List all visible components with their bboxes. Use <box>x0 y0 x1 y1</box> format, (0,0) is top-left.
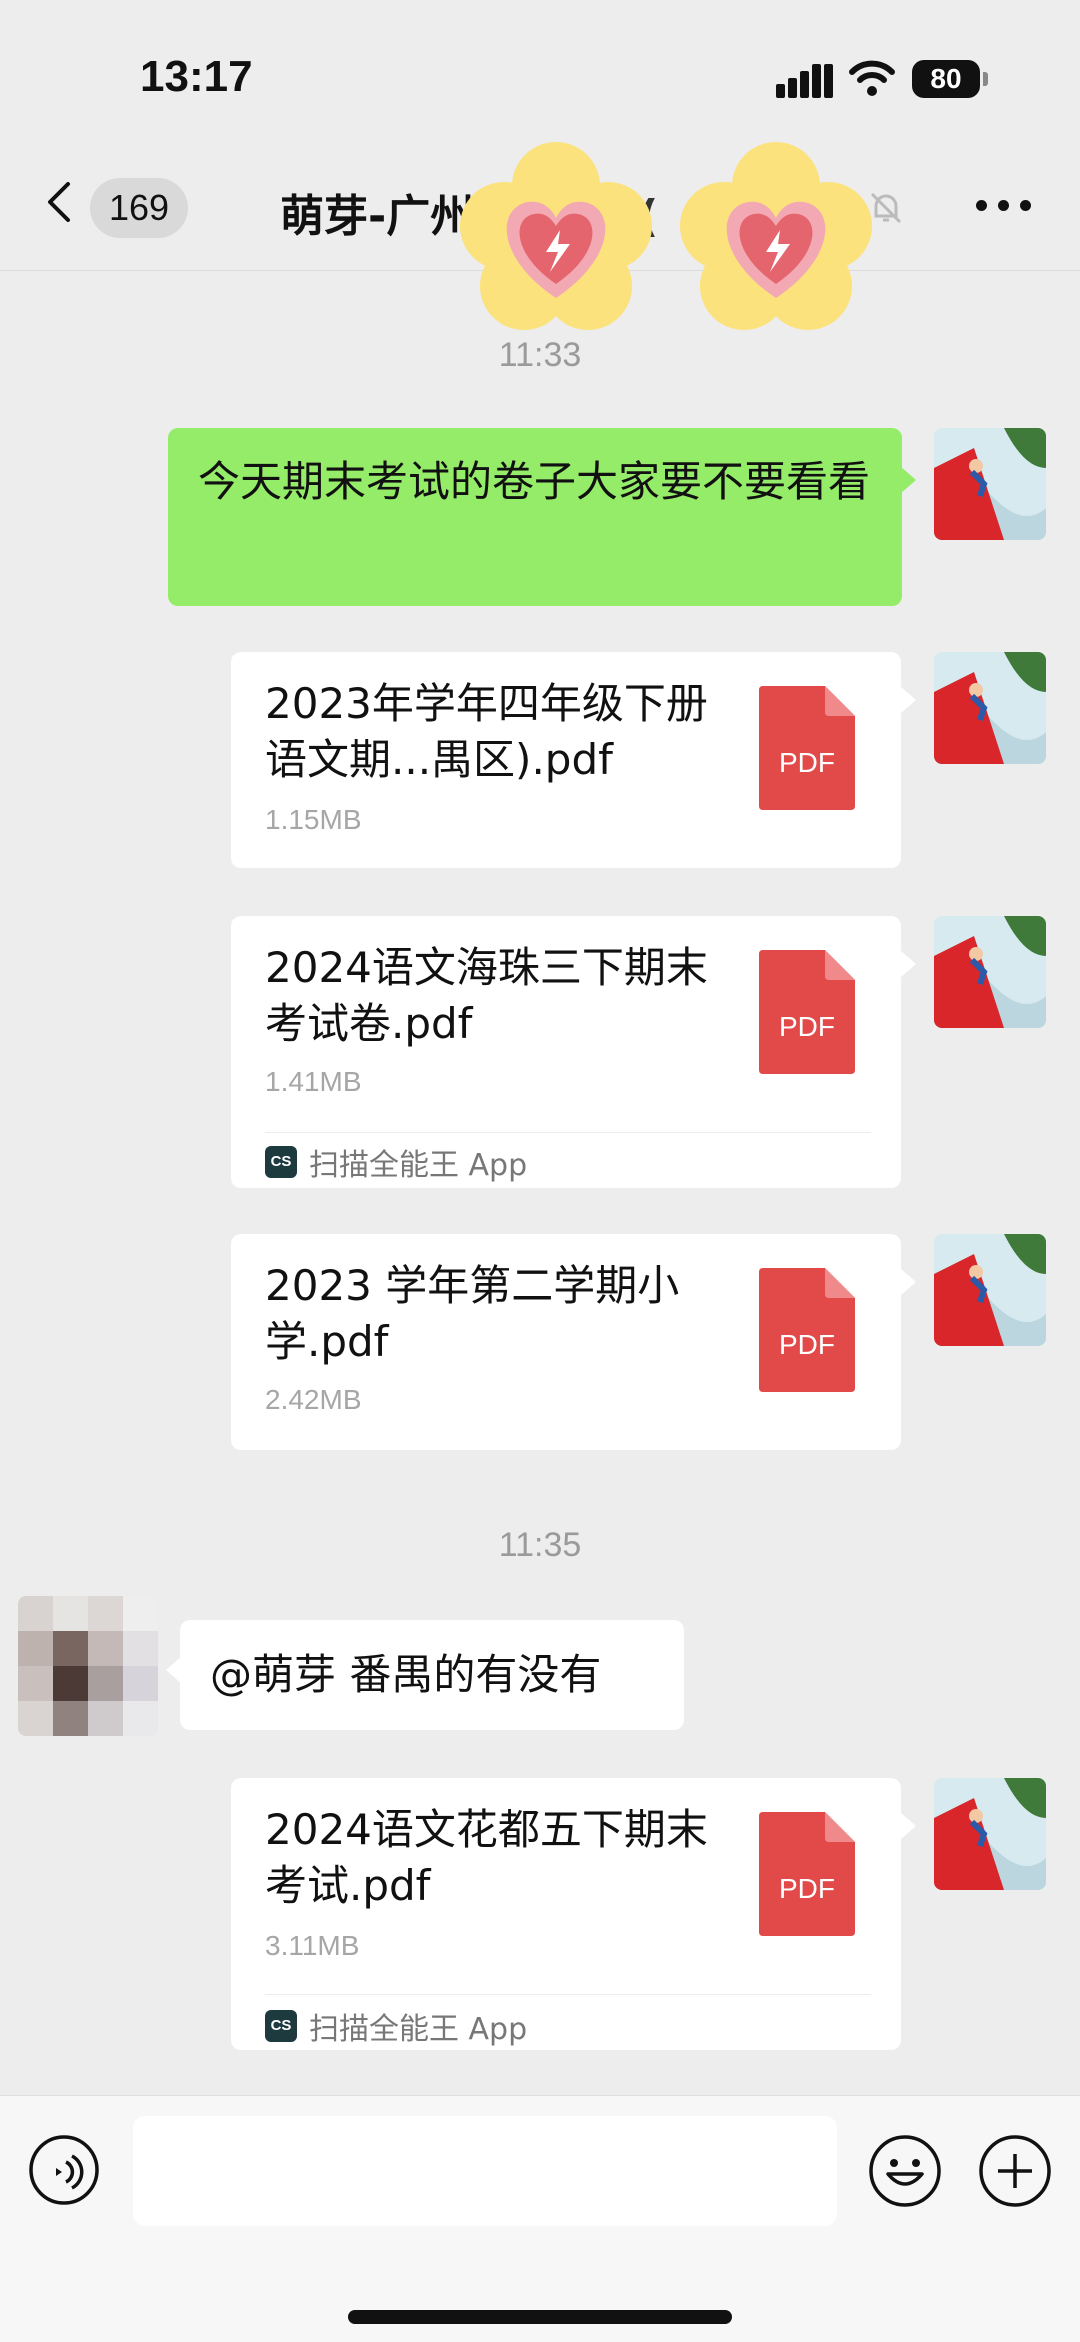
bubble-tail <box>900 466 916 494</box>
file-name: 2023年学年四年级下册语文期...禺区).pdf <box>265 679 708 784</box>
bubble-tail <box>900 686 916 714</box>
heart-flower-sticker <box>680 142 872 330</box>
file-message-card[interactable]: 2023 学年第二学期小学.pdf 2.42MB PDF <box>231 1234 901 1450</box>
message-bubble-text[interactable]: @萌芽 番禺的有没有 <box>180 1620 684 1730</box>
battery-indicator: 80 <box>912 60 988 98</box>
pdf-file-icon: PDF <box>759 950 855 1074</box>
bubble-tail <box>900 950 916 978</box>
message-text: @萌芽 番禺的有没有 <box>210 1650 602 1699</box>
avatar-blurred[interactable] <box>18 1596 158 1736</box>
file-message-card[interactable]: 2024语文花都五下期末考试.pdf 3.11MB PDF CS 扫描全能王 A… <box>231 1778 901 2050</box>
file-name: 2023 学年第二学期小学.pdf <box>265 1261 680 1366</box>
message-text: 今天期末考试的卷子大家要不要看看 <box>198 457 871 506</box>
bubble-tail <box>900 1268 916 1296</box>
message-input-bar <box>0 2095 1080 2342</box>
avatar-illustration <box>934 652 1046 764</box>
file-size: 1.15MB <box>265 804 362 835</box>
heart-flower-sticker <box>460 142 652 330</box>
avatar[interactable] <box>934 652 1046 764</box>
avatar-illustration <box>934 1778 1046 1890</box>
timestamp-separator: 11:33 <box>498 336 582 374</box>
status-time: 13:17 <box>140 52 253 101</box>
pdf-label: PDF <box>779 747 835 778</box>
pdf-label: PDF <box>779 1329 835 1360</box>
status-bar: 13:17 80 <box>0 0 1080 140</box>
home-indicator[interactable] <box>348 2310 732 2324</box>
pdf-label: PDF <box>779 1011 835 1042</box>
emoji-icon[interactable] <box>868 2134 942 2208</box>
card-divider <box>265 1994 871 1995</box>
avatar-illustration <box>934 1234 1046 1346</box>
avatar[interactable] <box>934 1234 1046 1346</box>
back-chevron-icon[interactable] <box>40 182 80 222</box>
file-size: 3.11MB <box>265 1930 360 1961</box>
timestamp-separator: 11:35 <box>498 1526 582 1564</box>
wifi-icon <box>849 60 895 96</box>
pdf-file-icon: PDF <box>759 686 855 810</box>
camscanner-logo-icon: CS <box>265 2010 297 2042</box>
file-message-card[interactable]: 2024语文海珠三下期末考试卷.pdf 1.41MB PDF CS 扫描全能王 … <box>231 916 901 1188</box>
pdf-file-icon: PDF <box>759 1812 855 1936</box>
pixelated-avatar <box>18 1596 158 1736</box>
card-divider <box>265 1132 871 1133</box>
source-app-name: 扫描全能王 App <box>309 2012 528 2047</box>
unread-count-badge[interactable]: 169 <box>90 178 188 238</box>
avatar-illustration <box>934 428 1046 540</box>
source-app-footer[interactable]: CS 扫描全能王 App <box>265 2004 527 2048</box>
chat-title-main: 萌芽-广州 <box>280 191 475 242</box>
pdf-file-icon: PDF <box>759 1268 855 1392</box>
bubble-tail <box>166 1656 182 1684</box>
avatar[interactable] <box>934 1778 1046 1890</box>
source-app-name: 扫描全能王 App <box>309 1148 528 1183</box>
more-dots-icon[interactable] <box>976 200 1032 214</box>
source-app-footer[interactable]: CS 扫描全能王 App <box>265 1140 527 1184</box>
avatar[interactable] <box>934 428 1046 540</box>
message-bubble-text[interactable]: 今天期末考试的卷子大家要不要看看 <box>168 428 902 606</box>
file-size: 1.41MB <box>265 1066 362 1097</box>
file-size: 2.42MB <box>265 1384 362 1415</box>
file-message-card[interactable]: 2023年学年四年级下册语文期...禺区).pdf 1.15MB PDF <box>231 652 901 868</box>
file-name: 2024语文花都五下期末考试.pdf <box>265 1805 708 1910</box>
bubble-tail <box>900 1812 916 1840</box>
file-name: 2024语文海珠三下期末考试卷.pdf <box>265 943 708 1048</box>
camscanner-logo-icon: CS <box>265 1146 297 1178</box>
avatar[interactable] <box>934 916 1046 1028</box>
cellular-signal-icon <box>776 62 834 98</box>
pdf-label: PDF <box>779 1873 835 1904</box>
plus-icon[interactable] <box>978 2134 1052 2208</box>
avatar-illustration <box>934 916 1046 1028</box>
message-text-input[interactable] <box>133 2116 837 2226</box>
voice-icon[interactable] <box>28 2134 100 2206</box>
